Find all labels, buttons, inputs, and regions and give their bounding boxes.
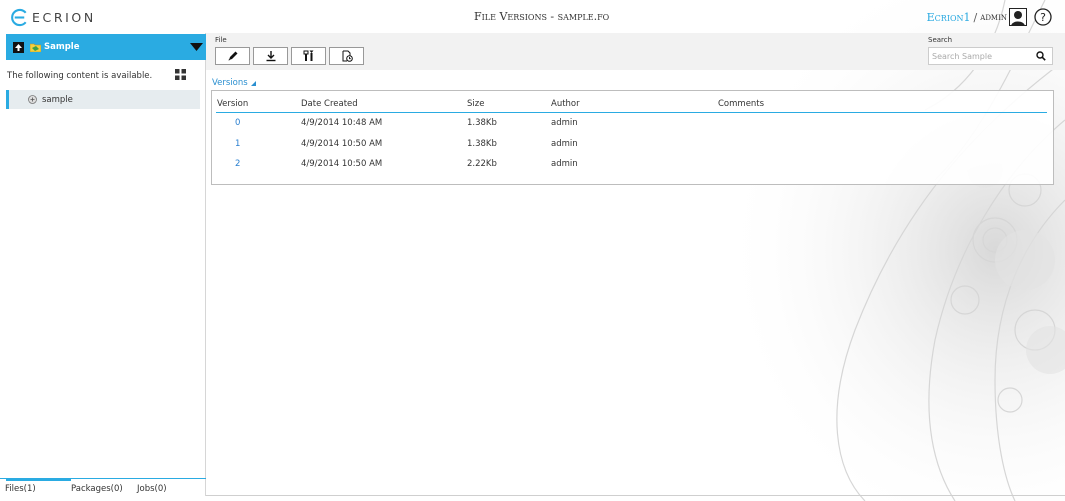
pencil-icon xyxy=(228,51,237,61)
edit-button[interactable] xyxy=(215,47,250,65)
svg-text:?: ? xyxy=(1040,11,1046,24)
history-icon xyxy=(342,50,353,62)
author-cell: admin xyxy=(551,159,578,169)
search-icon[interactable] xyxy=(1036,51,1046,61)
active-tab-indicator xyxy=(6,478,71,481)
version-link[interactable]: 1 xyxy=(235,139,240,149)
chevron-down-icon[interactable] xyxy=(190,43,203,51)
table-row[interactable]: 2 4/9/2014 10:50 AM 2.22Kb admin xyxy=(212,154,1053,174)
date-cell: 4/9/2014 10:50 AM xyxy=(301,139,383,149)
size-cell: 1.38Kb xyxy=(467,118,497,128)
version-link[interactable]: 0 xyxy=(235,118,240,128)
user-separator: / xyxy=(973,10,978,24)
column-header-comments[interactable]: Comments xyxy=(718,99,764,109)
table-row[interactable]: 1 4/9/2014 10:50 AM 1.38Kb admin xyxy=(212,134,1053,154)
versions-link-label: Versions xyxy=(212,78,248,88)
search-input[interactable] xyxy=(929,48,1033,64)
author-cell: admin xyxy=(551,139,578,149)
folder-icon xyxy=(30,43,41,52)
ecrion-logo[interactable]: ECRION xyxy=(10,7,96,27)
bottom-tabs: Files(1) Packages(0) Jobs(0) xyxy=(0,478,206,496)
help-icon[interactable]: ? xyxy=(1034,8,1052,26)
user-role: admin xyxy=(980,11,1007,23)
versions-link[interactable]: Versions xyxy=(212,78,256,88)
history-button[interactable] xyxy=(329,47,364,65)
download-button[interactable] xyxy=(253,47,288,65)
date-cell: 4/9/2014 10:50 AM xyxy=(301,159,383,169)
download-icon xyxy=(266,51,275,62)
sort-indicator-icon xyxy=(250,80,256,86)
search-box xyxy=(928,47,1053,65)
user-name-link[interactable]: Ecrion1 xyxy=(927,11,971,24)
page-title: File Versions - sample.fo xyxy=(474,10,610,23)
tab-files[interactable]: Files(1) xyxy=(5,484,36,494)
up-folder-button[interactable] xyxy=(13,41,24,53)
background-decoration xyxy=(605,0,1065,501)
available-content-text: The following content is available. xyxy=(7,71,153,81)
file-group-label: File xyxy=(215,36,227,44)
app-header: ECRION File Versions - sample.fo Ecrion1… xyxy=(0,0,1065,33)
table-row[interactable]: 0 4/9/2014 10:48 AM 1.38Kb admin xyxy=(212,113,1053,133)
list-item-label: sample xyxy=(42,94,73,105)
toolbar: File Search xyxy=(206,33,1065,70)
version-link[interactable]: 2 xyxy=(235,159,240,169)
column-header-size[interactable]: Size xyxy=(467,99,484,109)
size-cell: 2.22Kb xyxy=(467,159,497,169)
ecrion-logo-icon xyxy=(11,8,27,26)
column-header-author[interactable]: Author xyxy=(551,99,580,109)
bottom-divider xyxy=(206,495,1065,496)
column-header-version[interactable]: Version xyxy=(217,99,248,109)
arrow-up-icon xyxy=(15,43,22,51)
user-area: Ecrion1 / admin ? xyxy=(927,6,1052,28)
tools-icon xyxy=(303,50,313,61)
tools-button[interactable] xyxy=(291,47,326,65)
size-cell: 1.38Kb xyxy=(467,139,497,149)
user-avatar-icon[interactable] xyxy=(1009,8,1027,26)
column-header-date[interactable]: Date Created xyxy=(301,99,358,109)
folder-header[interactable]: Sample xyxy=(6,34,206,60)
tab-packages[interactable]: Packages(0) xyxy=(71,484,123,494)
tab-jobs[interactable]: Jobs(0) xyxy=(137,484,167,494)
list-item-sample[interactable]: sample xyxy=(6,90,200,109)
content-browser-panel: Sample The following content is availabl… xyxy=(0,33,206,496)
search-label: Search xyxy=(928,36,953,44)
file-icon xyxy=(28,95,37,104)
logo-text: ECRION xyxy=(32,9,96,25)
folder-title: Sample xyxy=(44,42,80,52)
author-cell: admin xyxy=(551,118,578,128)
versions-table: Version Date Created Size Author Comment… xyxy=(211,90,1054,185)
date-cell: 4/9/2014 10:48 AM xyxy=(301,118,383,128)
grid-view-icon[interactable] xyxy=(175,69,186,80)
